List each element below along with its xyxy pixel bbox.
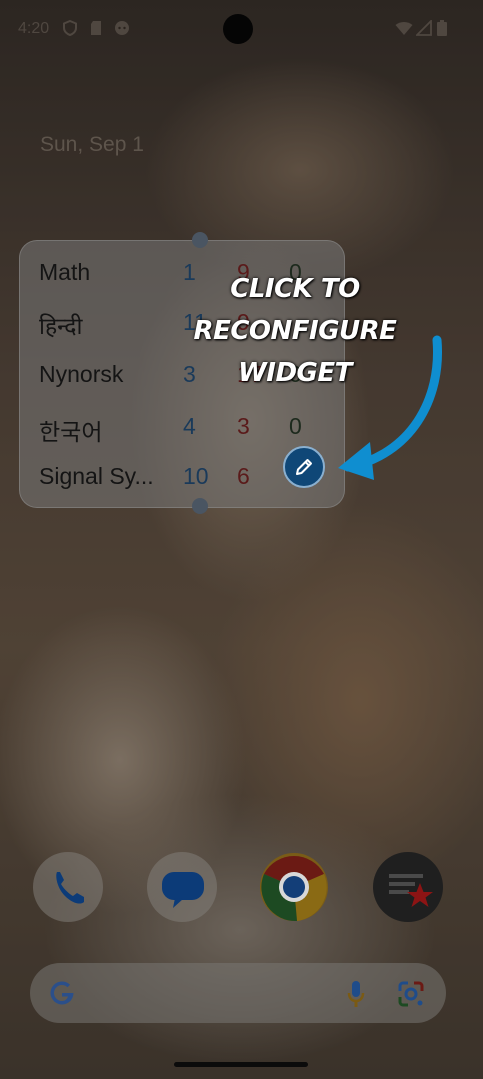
deck-name: हिन्दी <box>39 313 83 339</box>
messages-app[interactable] <box>147 852 217 922</box>
signal-icon <box>416 20 432 36</box>
resize-handle-bottom[interactable] <box>192 498 208 514</box>
flashcard-app-icon <box>389 874 433 907</box>
phone-app[interactable] <box>33 852 103 922</box>
microphone-icon[interactable] <box>346 979 366 1009</box>
deck-name: Math <box>39 259 91 285</box>
new-count: 4 <box>183 413 196 439</box>
callout-arrow-icon <box>338 335 443 480</box>
google-search-bar[interactable] <box>30 963 446 1023</box>
messages-icon <box>162 872 204 908</box>
reconfigure-widget-button[interactable] <box>283 446 325 488</box>
lens-camera-icon[interactable] <box>396 979 426 1009</box>
chrome-icon <box>260 853 328 922</box>
learn-count: 6 <box>237 463 250 489</box>
camera-cutout <box>223 14 253 44</box>
deck-name: Signal Sy... <box>39 463 154 489</box>
android-face-icon <box>115 21 129 35</box>
shield-icon <box>63 20 77 36</box>
date-widget[interactable]: Sun, Sep 1 <box>40 133 144 157</box>
new-count: 10 <box>183 463 209 489</box>
gesture-nav-handle[interactable] <box>174 1062 308 1067</box>
wifi-icon <box>395 22 413 35</box>
deck-row[interactable]: 한국어 4 3 0 <box>39 413 339 445</box>
sd-card-icon <box>91 21 101 35</box>
status-time: 4:20 <box>18 20 50 37</box>
phone-icon <box>56 872 84 904</box>
google-g-icon <box>50 981 74 1005</box>
deck-name: 한국어 <box>39 419 103 445</box>
learn-count: 3 <box>237 413 250 439</box>
battery-icon <box>437 20 447 36</box>
resize-handle-top[interactable] <box>192 232 208 248</box>
review-count: 0 <box>289 413 302 439</box>
deck-name: Nynorsk <box>39 361 124 387</box>
pencil-icon <box>296 459 312 475</box>
flashcard-app[interactable] <box>373 852 443 922</box>
chrome-app[interactable] <box>259 852 329 922</box>
status-bar: 4:20 <box>0 0 483 58</box>
